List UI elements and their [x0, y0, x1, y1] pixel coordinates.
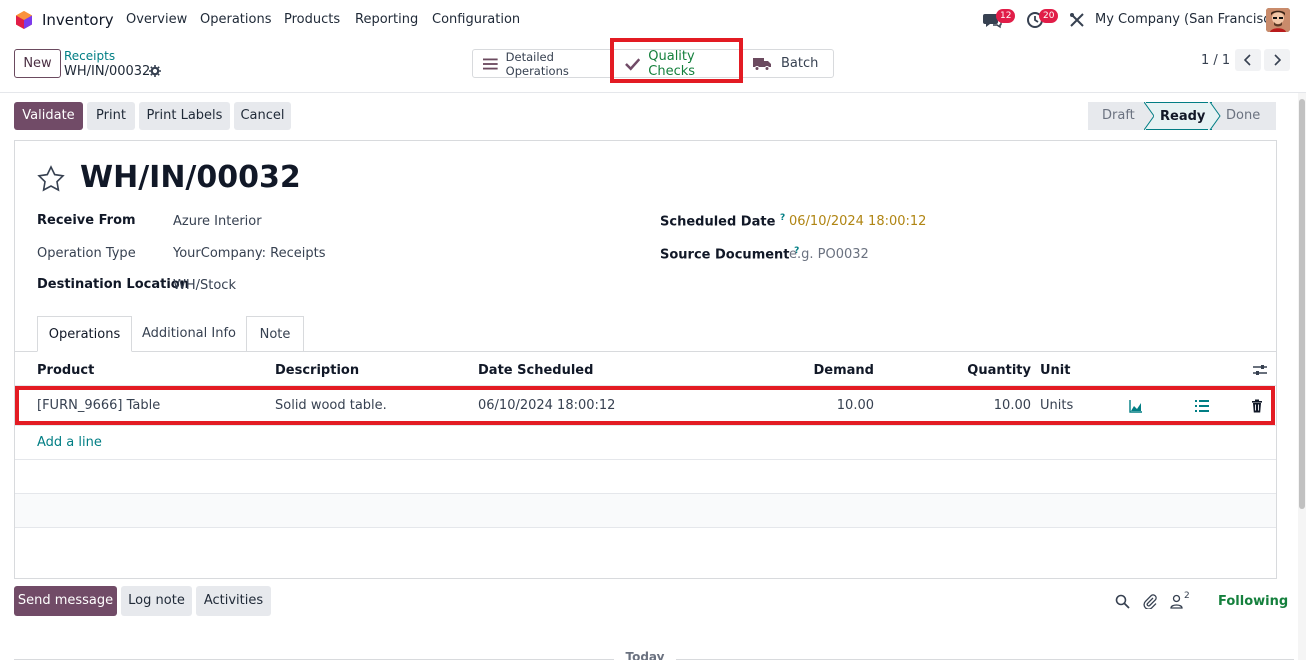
status-draft[interactable]: Draft	[1088, 102, 1146, 130]
scheduled-date-help[interactable]: ?	[780, 213, 785, 223]
date-separator-label: Today	[614, 650, 676, 660]
status-ready[interactable]: Ready	[1146, 102, 1212, 130]
header-product[interactable]: Product	[37, 363, 94, 378]
batch-button[interactable]: Batch	[749, 50, 833, 77]
row-divider	[15, 459, 1276, 460]
print-button[interactable]: Print	[87, 102, 135, 130]
table-row-highlight	[15, 386, 1275, 425]
source-document-label-text: Source Document	[660, 247, 790, 263]
add-line-link[interactable]: Add a line	[37, 435, 102, 450]
destination-location-label: Destination Location	[37, 277, 189, 292]
empty-row	[15, 494, 1276, 527]
breadcrumb-receipts[interactable]: Receipts	[64, 49, 115, 63]
menu-overview[interactable]: Overview	[126, 12, 187, 27]
followers-count: 2	[1184, 591, 1190, 601]
search-icon[interactable]	[1115, 594, 1130, 609]
pager-value[interactable]: 1 / 1	[1201, 53, 1230, 68]
following-button[interactable]: Following	[1218, 594, 1288, 609]
operation-type-field[interactable]: YourCompany: Receipts	[173, 246, 326, 261]
quality-checks-highlight	[610, 38, 743, 83]
batch-label: Batch	[781, 56, 819, 71]
header-description[interactable]: Description	[275, 363, 359, 378]
inventory-app-icon[interactable]	[15, 11, 33, 29]
activities-button[interactable]: Activities	[196, 586, 271, 616]
status-arrow-ready	[1208, 102, 1221, 130]
menu-products[interactable]: Products	[284, 12, 340, 27]
messages-badge: 12	[996, 9, 1016, 23]
notebook-tabs: Operations Additional Info Note	[14, 316, 1277, 352]
user-avatar[interactable]	[1266, 8, 1290, 32]
print-labels-button[interactable]: Print Labels	[139, 102, 230, 130]
menu-reporting[interactable]: Reporting	[355, 12, 418, 27]
scheduled-date-field[interactable]: 06/10/2024 18:00:12	[789, 214, 926, 229]
header-date-scheduled[interactable]: Date Scheduled	[478, 363, 593, 378]
status-bar: Draft Ready Done	[1088, 102, 1276, 130]
header-quantity[interactable]: Quantity	[931, 363, 1031, 378]
tab-operations[interactable]: Operations	[37, 316, 132, 352]
breadcrumb-current: WH/IN/00032	[64, 64, 151, 79]
new-button[interactable]: New	[14, 49, 61, 78]
source-document-input[interactable]: e.g. PO0032	[789, 247, 869, 262]
gear-icon[interactable]	[149, 65, 161, 77]
menu-operations[interactable]: Operations	[200, 12, 271, 27]
header-demand[interactable]: Demand	[774, 363, 875, 378]
truck-icon	[753, 57, 771, 71]
tab-note[interactable]: Note	[246, 316, 304, 352]
list-icon	[483, 58, 498, 69]
app-name[interactable]: Inventory	[42, 11, 114, 29]
star-icon[interactable]	[37, 165, 65, 193]
paperclip-icon[interactable]	[1143, 594, 1158, 609]
cancel-button[interactable]: Cancel	[234, 102, 291, 130]
detailed-operations-label: Detailed Operations	[505, 49, 569, 78]
scheduled-date-label: Scheduled Date ?	[660, 213, 785, 229]
destination-location-field[interactable]: WH/Stock	[173, 278, 236, 293]
optional-columns-icon[interactable]	[1253, 364, 1267, 376]
top-navbar: Inventory Overview Operations Products R…	[0, 0, 1306, 40]
tools-icon[interactable]	[1067, 10, 1087, 30]
company-switcher[interactable]: My Company (San Francisco)	[1095, 12, 1283, 27]
send-message-button[interactable]: Send message	[14, 586, 117, 616]
tab-additional-info[interactable]: Additional Info	[132, 316, 246, 352]
followers-icon[interactable]	[1169, 594, 1184, 609]
pager-previous[interactable]	[1235, 49, 1261, 71]
status-arrow-draft	[1144, 102, 1154, 130]
control-panel-divider	[0, 92, 1306, 93]
chevron-left-icon	[1244, 54, 1251, 66]
page-scrollbar[interactable]	[1298, 93, 1306, 660]
scheduled-date-label-text: Scheduled Date	[660, 214, 776, 230]
row-divider	[15, 425, 1276, 426]
pager-next[interactable]	[1264, 49, 1290, 71]
menu-configuration[interactable]: Configuration	[432, 12, 520, 27]
record-title: WH/IN/00032	[80, 160, 301, 195]
activities-badge: 20	[1039, 9, 1059, 23]
header-unit[interactable]: Unit	[1040, 363, 1070, 378]
operation-type-label: Operation Type	[37, 246, 136, 261]
validate-button[interactable]: Validate	[14, 102, 83, 130]
source-document-label: Source Document ?	[660, 246, 799, 262]
receive-from-label: Receive From	[37, 213, 136, 228]
row-divider	[15, 493, 1276, 494]
chevron-right-icon	[1274, 54, 1281, 66]
receive-from-field[interactable]: Azure Interior	[173, 214, 262, 229]
row-divider	[15, 527, 1276, 528]
log-note-button[interactable]: Log note	[121, 586, 192, 616]
detailed-operations-button[interactable]: Detailed Operations	[473, 49, 611, 78]
